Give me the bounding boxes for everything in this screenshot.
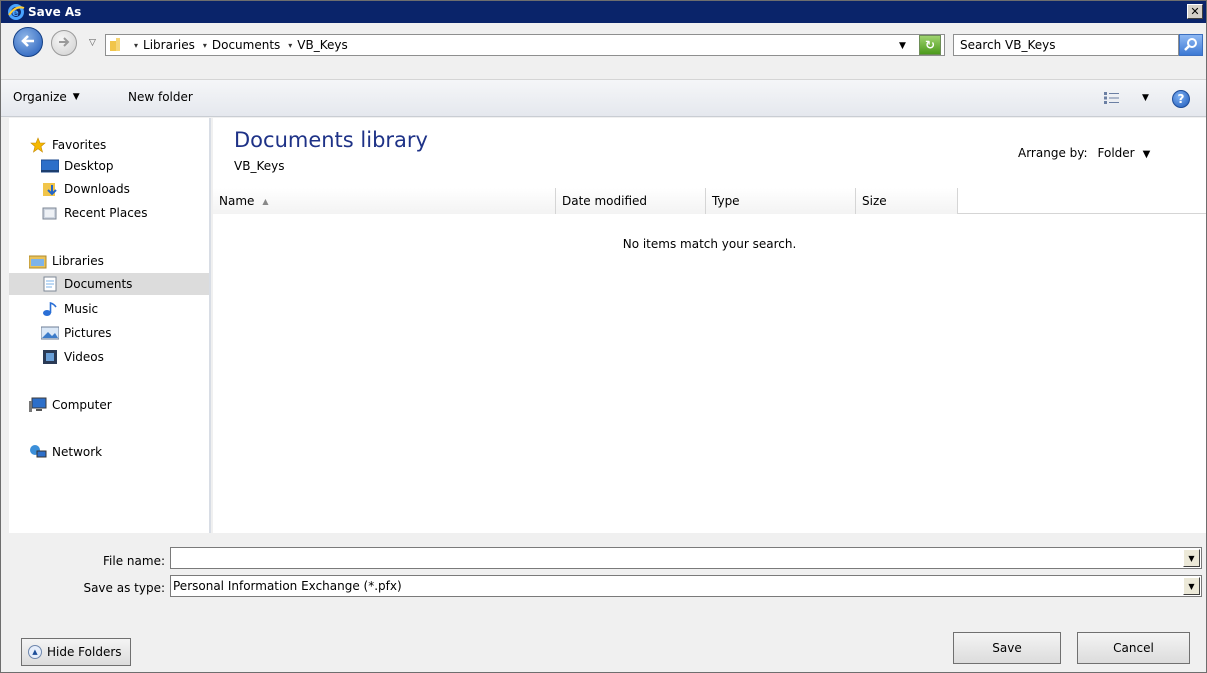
refresh-button[interactable]: ↻ xyxy=(919,35,941,55)
nav-downloads[interactable]: Downloads xyxy=(9,178,209,200)
save-as-type-select[interactable]: Personal Information Exchange (*.pfx) ▼ xyxy=(170,575,1202,597)
nav-videos[interactable]: Videos xyxy=(9,346,209,368)
chevron-down-icon: ▼ xyxy=(72,92,80,102)
nav-libraries[interactable]: Libraries xyxy=(9,250,209,272)
breadcrumb-documents[interactable]: ▾ Documents xyxy=(203,38,280,52)
search-button[interactable] xyxy=(1179,34,1203,56)
computer-icon xyxy=(29,397,47,413)
recent-places-icon xyxy=(41,205,59,221)
file-list-pane: Documents library VB_Keys Arrange by: Fo… xyxy=(213,118,1206,533)
new-folder-button[interactable]: New folder xyxy=(128,90,193,104)
hide-folders-button[interactable]: ▲ Hide Folders xyxy=(21,638,131,666)
nav-favorites[interactable]: Favorites xyxy=(9,134,209,156)
column-size[interactable]: Size xyxy=(856,188,958,214)
recent-pages-dropdown[interactable]: ▽ xyxy=(89,38,96,48)
nav-desktop[interactable]: Desktop xyxy=(9,155,209,177)
refresh-icon: ↻ xyxy=(924,38,936,52)
search-input[interactable]: Search VB_Keys xyxy=(953,34,1179,56)
chevron-down-icon[interactable]: ▼ xyxy=(1183,549,1200,567)
chevron-right-icon: ▾ xyxy=(202,40,207,50)
videos-icon xyxy=(41,349,59,365)
documents-icon xyxy=(41,276,59,292)
libraries-icon xyxy=(29,253,47,269)
save-options-pane: File name: ▼ Save as type: Personal Info… xyxy=(1,535,1206,672)
forward-button[interactable] xyxy=(51,30,77,56)
downloads-folder-icon xyxy=(41,181,59,197)
desktop-icon xyxy=(41,158,59,174)
column-name[interactable]: Name ▲ xyxy=(213,188,556,214)
chevron-up-icon: ▲ xyxy=(28,645,42,659)
star-icon xyxy=(29,137,47,153)
sort-ascending-icon: ▲ xyxy=(262,196,269,206)
nav-computer[interactable]: Computer xyxy=(9,394,209,416)
file-name-label: File name: xyxy=(103,554,165,568)
nav-music[interactable]: Music xyxy=(9,298,209,320)
network-icon xyxy=(29,444,47,460)
chevron-down-icon[interactable]: ▼ xyxy=(1183,577,1200,595)
internet-explorer-icon: e xyxy=(7,3,25,21)
arrange-by-dropdown[interactable]: Folder ▼ xyxy=(1098,146,1151,160)
nav-recent-places[interactable]: Recent Places xyxy=(9,202,209,224)
empty-message: No items match your search. xyxy=(622,237,797,251)
navigation-pane: Favorites Desktop Downloads Recent Place… xyxy=(9,118,211,533)
back-button[interactable] xyxy=(13,27,43,57)
nav-network[interactable]: Network xyxy=(9,441,209,463)
search-placeholder: Search VB_Keys xyxy=(960,38,1056,52)
close-button[interactable]: ✕ xyxy=(1187,4,1203,19)
breadcrumb-vb-keys[interactable]: ▾ VB_Keys xyxy=(288,38,347,52)
music-icon xyxy=(41,301,59,317)
arrow-right-icon xyxy=(57,36,71,51)
window-title: Save As xyxy=(28,5,82,19)
command-bar: Organize ▼ New folder ▼ ? xyxy=(1,79,1206,117)
arrow-left-icon xyxy=(20,34,36,51)
nav-documents[interactable]: Documents xyxy=(9,273,209,295)
address-history-dropdown[interactable]: ▼ xyxy=(899,41,906,51)
help-icon[interactable]: ? xyxy=(1172,90,1190,108)
cancel-button[interactable]: Cancel xyxy=(1077,632,1190,664)
save-button[interactable]: Save xyxy=(953,632,1061,664)
svg-text:e: e xyxy=(12,8,19,19)
chevron-right-icon: ▾ xyxy=(288,40,293,50)
change-view-icon[interactable] xyxy=(1104,92,1120,104)
breadcrumb-libraries[interactable]: ▾ Libraries xyxy=(134,38,195,52)
chevron-down-icon: ▼ xyxy=(1142,149,1151,160)
nav-pictures[interactable]: Pictures xyxy=(9,322,209,344)
folder-icon xyxy=(110,38,126,52)
title-bar: e Save As ✕ xyxy=(1,1,1206,23)
column-type[interactable]: Type xyxy=(706,188,856,214)
close-icon: ✕ xyxy=(1190,5,1200,18)
arrange-by: Arrange by: Folder ▼ xyxy=(1018,146,1151,160)
save-as-dialog: e Save As ✕ ▽ ▾ Libraries ▾ Documents ▾ VB_… xyxy=(0,0,1207,673)
chevron-right-icon: ▾ xyxy=(134,40,139,50)
column-headers: Name ▲ Date modified Type Size xyxy=(213,188,1206,214)
save-as-type-label: Save as type: xyxy=(83,581,165,595)
file-name-field[interactable]: ▼ xyxy=(170,547,1202,569)
view-options-dropdown[interactable]: ▼ xyxy=(1142,93,1149,103)
address-bar[interactable]: ▾ Libraries ▾ Documents ▾ VB_Keys xyxy=(105,34,945,56)
column-date-modified[interactable]: Date modified xyxy=(556,188,706,214)
organize-button[interactable]: Organize ▼ xyxy=(13,90,80,104)
pictures-icon xyxy=(41,325,59,341)
search-icon xyxy=(1184,37,1198,54)
library-title: Documents library xyxy=(234,128,428,152)
library-subtitle: VB_Keys xyxy=(234,159,285,173)
